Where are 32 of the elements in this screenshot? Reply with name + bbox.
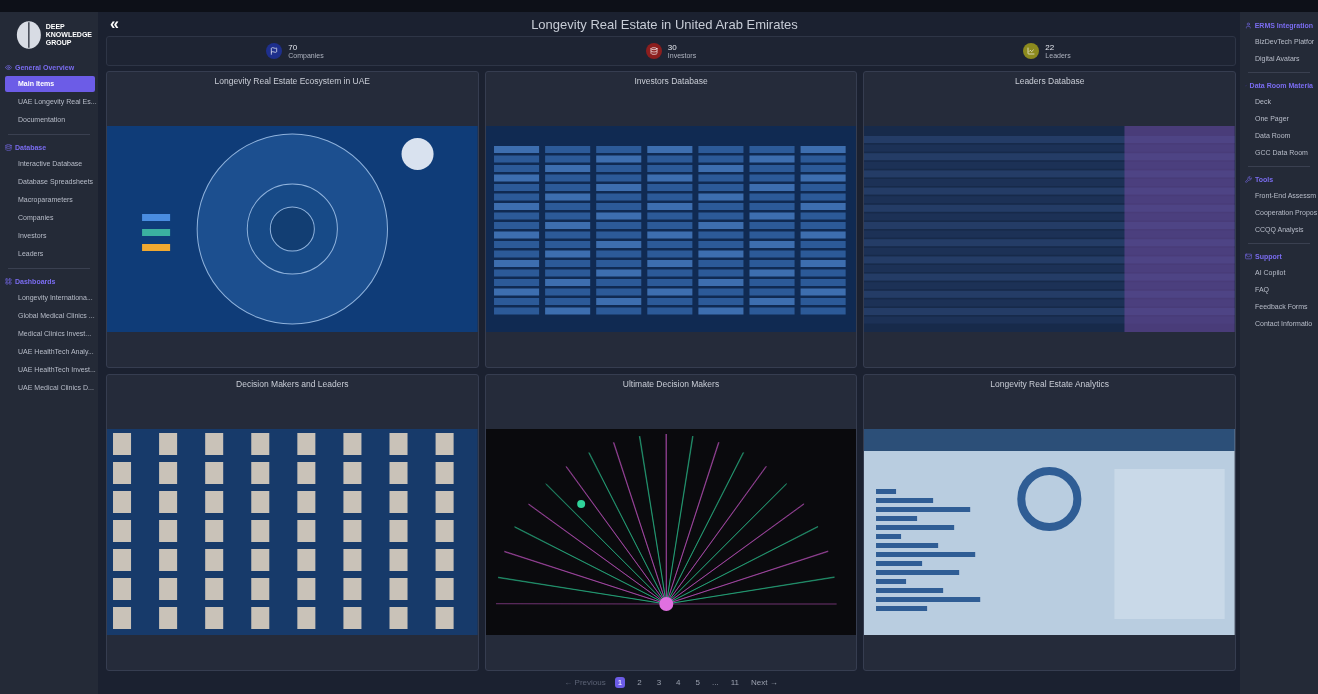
- eye-icon: [5, 64, 12, 71]
- ellipsis: ...: [712, 677, 719, 687]
- stat-value: 70: [288, 42, 299, 52]
- dashboard-card[interactable]: Longevity Real Estate Analytics: [863, 374, 1236, 671]
- user-icon: [1245, 22, 1252, 29]
- card-title: Leaders Database: [1014, 76, 1085, 86]
- dashboard-card[interactable]: Investors Database: [484, 71, 858, 368]
- dashboard-card[interactable]: Longevity Real Estate Ecosystem in UAE: [106, 71, 479, 368]
- dashboard-card[interactable]: Leaders Database: [863, 71, 1236, 368]
- brain-logo-icon: [16, 18, 42, 52]
- card-title: Decision Makers and Leaders: [236, 379, 349, 389]
- collapse-button[interactable]: «: [106, 16, 123, 32]
- dashboard-card[interactable]: Ultimate Decision Makers: [484, 374, 858, 671]
- stat-value: 22: [1045, 42, 1056, 52]
- next-link[interactable]: Next →: [750, 677, 778, 687]
- database-icon: [5, 144, 12, 151]
- stat-value: 30: [667, 42, 678, 52]
- page-number[interactable]: 11: [727, 676, 742, 688]
- card-title: Longevity Real Estate Ecosystem in UAE: [214, 76, 371, 86]
- wrench-icon: [1245, 176, 1252, 183]
- dashboard-card[interactable]: Decision Makers and Leaders: [106, 374, 479, 671]
- page-number[interactable]: 1: [614, 676, 626, 688]
- grid-icon: [5, 278, 12, 285]
- card-title: Ultimate Decision Makers: [622, 379, 720, 389]
- page-number[interactable]: 2: [634, 676, 645, 688]
- card-title: Investors Database: [634, 76, 708, 86]
- mail-icon: [1245, 253, 1252, 260]
- page-number[interactable]: 3: [653, 676, 665, 688]
- page-title: Longevity Real Estate in United Arab Emirates: [530, 16, 799, 32]
- page-number[interactable]: 5: [692, 676, 703, 688]
- card-title: Longevity Real Estate Analytics: [990, 379, 1109, 389]
- page-number[interactable]: 4: [673, 676, 684, 688]
